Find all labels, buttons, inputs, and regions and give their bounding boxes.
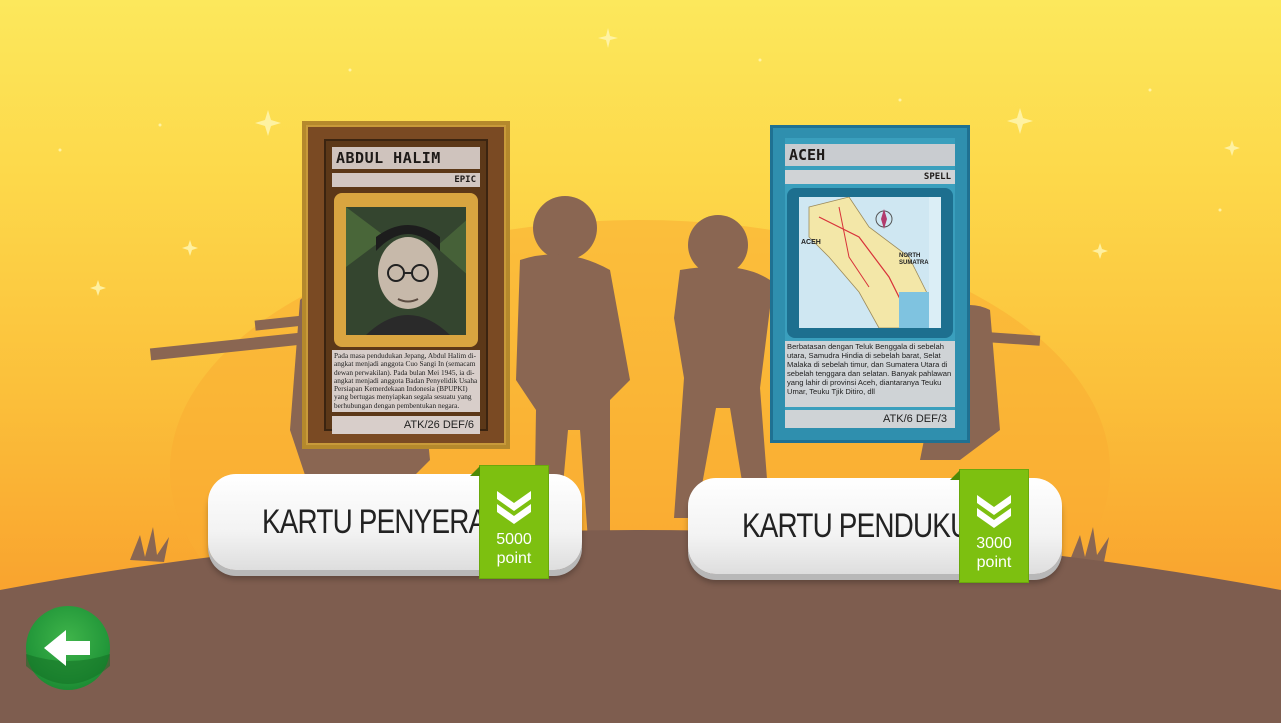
spell-card-body: ACEH SPELL ACEH NORTH SUMATRA Berbatasan… (785, 138, 955, 428)
attacker-price-tag[interactable]: 5000 point (470, 466, 548, 578)
back-arrow-icon (26, 630, 110, 684)
attacker-price: 5000 point (480, 530, 548, 568)
hero-card-stats: ATK/26 DEF/6 (332, 416, 480, 434)
hero-card[interactable]: ABDUL HALIM EPIC Pada masa pendudukan Je… (306, 125, 506, 445)
supporter-price-amount: 3000 (976, 535, 1012, 552)
hero-card-name: ABDUL HALIM (332, 147, 480, 169)
attacker-price-unit: point (496, 550, 532, 567)
double-chevron-down-icon (497, 491, 531, 524)
map-label-aceh: ACEH (801, 239, 821, 246)
spell-card-rarity: SPELL (785, 170, 955, 184)
back-button[interactable] (26, 606, 110, 690)
supporter-price: 3000 point (960, 534, 1028, 572)
spell-card-description: Berbatasan dengan Teluk Benggala di sebe… (785, 341, 955, 407)
hero-card-body: ABDUL HALIM EPIC Pada masa pendudukan Je… (324, 139, 488, 434)
spell-card[interactable]: ACEH SPELL ACEH NORTH SUMATRA Berbatasan… (770, 125, 970, 443)
hero-card-description: Pada masa pendudukan Jepang, Abdul Halim… (332, 350, 480, 412)
portrait-abdul-halim-icon (346, 207, 466, 335)
supporter-price-unit: point (976, 554, 1012, 571)
spell-card-stats: ATK/6 DEF/3 (785, 410, 955, 428)
supporter-price-tag[interactable]: 3000 point (950, 470, 1028, 582)
spell-card-name: ACEH (785, 144, 955, 166)
hero-card-rarity: EPIC (332, 173, 480, 187)
double-chevron-down-icon (977, 495, 1011, 528)
map-label-north-sumatra: NORTH SUMATRA (899, 253, 929, 266)
spell-map-frame: ACEH NORTH SUMATRA (787, 188, 953, 338)
hero-portrait-frame (334, 193, 478, 347)
game-scene: ABDUL HALIM EPIC Pada masa pendudukan Je… (0, 0, 1281, 723)
background-scenery (0, 28, 1281, 723)
aceh-map-icon: ACEH NORTH SUMATRA (799, 197, 941, 328)
attacker-price-amount: 5000 (496, 531, 532, 548)
